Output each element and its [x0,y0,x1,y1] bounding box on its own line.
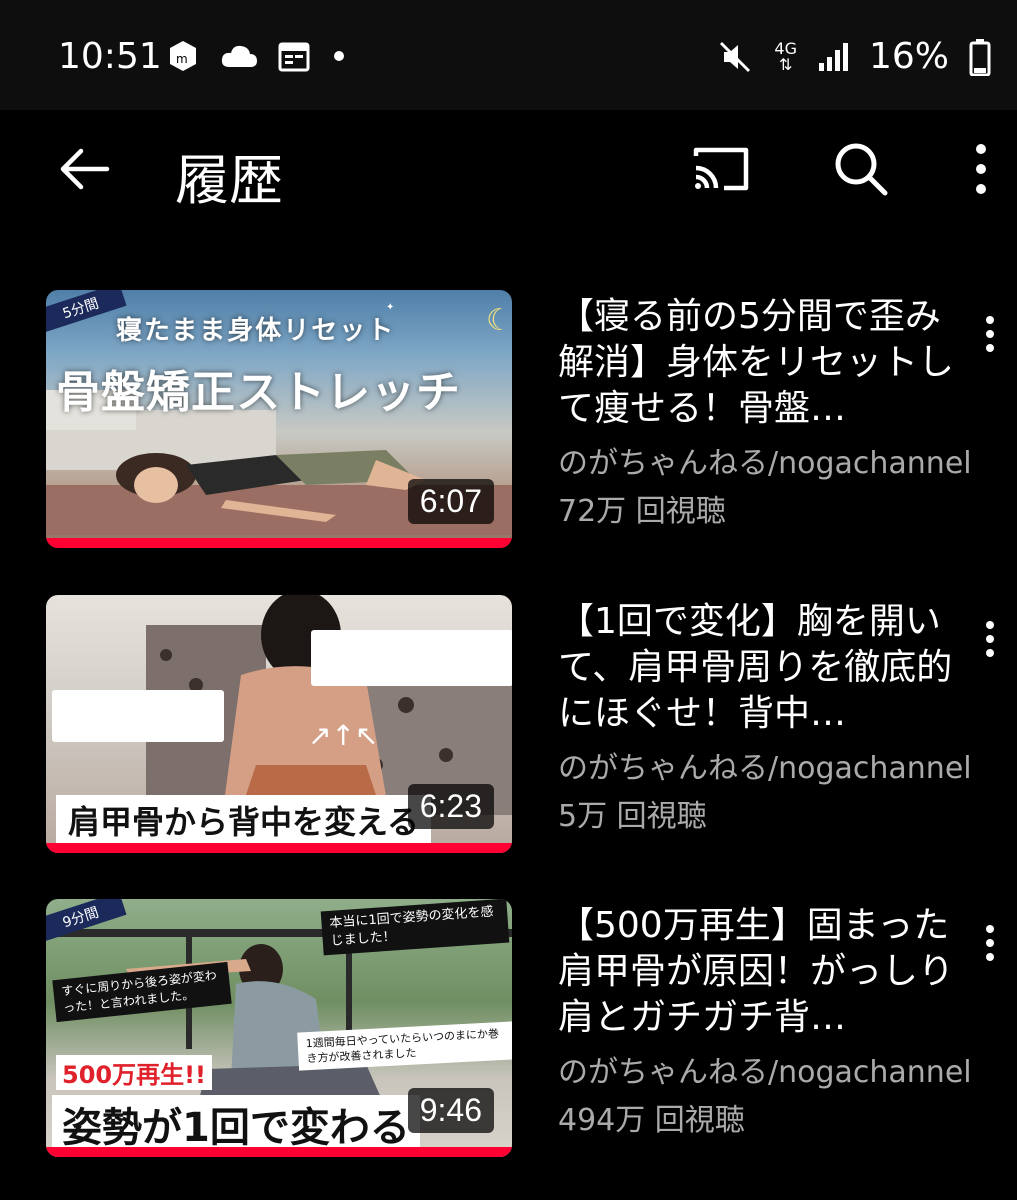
svg-text:☾: ☾ [486,303,512,338]
svg-text:m: m [176,52,188,66]
watch-progress-bar [46,538,512,548]
more-vert-icon [986,925,994,961]
view-count: 72万 回視聴 [558,494,726,529]
video-title[interactable]: 【500万再生】固まった肩甲骨が原因！がっしり肩とガチガチ背… [558,903,958,1041]
battery-icon [969,38,991,76]
thumbnail-caption [311,630,512,686]
video-thumbnail[interactable]: ☾ ✦ ✦ 5分間 寝たまま身体リセット 骨盤矯正ストレッチ 6:07 [46,290,512,548]
watch-progress-bar [46,1147,512,1157]
video-options-button[interactable] [970,913,1010,973]
video-thumbnail[interactable]: ↗↑↖ 肩甲骨から背中を変える 6:23 [46,595,512,853]
thumbnail-main-text: 骨盤矯正ストレッチ [56,367,461,418]
more-options-button[interactable] [946,134,1016,204]
cast-button[interactable] [686,134,756,204]
search-icon [835,143,888,196]
status-notification-icons: m [165,38,349,74]
calendar-icon [278,42,310,72]
video-options-button[interactable] [970,609,1010,669]
video-thumbnail[interactable]: 9分間 本当に1回で姿勢の変化を感じました！ すぐに周りから後ろ姿が変わった！と… [46,899,512,1157]
channel-name[interactable]: のがちゃんねる/nogachannel [558,743,972,787]
data-arrows-icon: ⇅ [778,54,793,74]
cast-icon [693,147,749,191]
video-title[interactable]: 【1回で変化】胸を開いて、肩甲骨周りを徹底的にほぐせ！背中… [558,599,958,737]
more-vert-icon [986,316,994,352]
channel-name[interactable]: のがちゃんねる/nogachannel [558,1047,972,1091]
network-type-indicator: 4G ⇅ [774,40,797,74]
status-time: 10:51 [58,36,162,77]
app-bar: 履歴 [0,110,1017,220]
thumbnail-main-text: 肩甲骨から背中を変える [56,795,432,845]
dot-icon [334,51,344,61]
video-title[interactable]: 【寝る前の5分間で歪み解消】身体をリセットして痩せる！骨盤… [558,294,958,432]
video-list-item[interactable]: ↗↑↖ 肩甲骨から背中を変える 6:23 【1回で変化】胸を開いて、肩甲骨周りを… [0,595,1017,865]
search-button[interactable] [826,134,896,204]
arrow-left-icon [60,148,110,190]
thumbnail-caption [52,690,224,742]
app-notification-icon: m [170,41,196,71]
back-button[interactable] [48,134,118,204]
battery-percentage: 16% [868,36,949,77]
video-list-item[interactable]: 9分間 本当に1回で姿勢の変化を感じました！ すぐに周りから後ろ姿が変わった！と… [0,899,1017,1169]
view-count: 5万 回視聴 [558,799,707,834]
video-list-item[interactable]: ☾ ✦ ✦ 5分間 寝たまま身体リセット 骨盤矯正ストレッチ 6:07 【寝る前… [0,290,1017,560]
thumbnail-view-count-text: 500万再生!! [56,1055,212,1090]
thumbnail-main-text: 姿勢が1回で変わる [52,1095,420,1153]
channel-name[interactable]: のがちゃんねる/nogachannel [558,438,972,482]
video-metadata: 【1回で変化】胸を開いて、肩甲骨周りを徹底的にほぐせ！背中… のがちゃんねる/n… [558,599,972,835]
status-bar: 10:51 m 4G ⇅ 16% [0,0,1017,110]
mute-icon [720,41,751,72]
more-vert-icon [986,621,994,657]
video-duration: 6:07 [407,479,494,524]
svg-text:↗↑↖: ↗↑↖ [308,719,378,752]
video-metadata: 【寝る前の5分間で歪み解消】身体をリセットして痩せる！骨盤… のがちゃんねる/n… [558,294,972,530]
video-duration: 9:46 [407,1088,494,1133]
signal-icon [818,42,848,71]
video-metadata: 【500万再生】固まった肩甲骨が原因！がっしり肩とガチガチ背… のがちゃんねる/… [558,903,972,1139]
video-duration: 6:23 [407,784,494,829]
status-system-icons: 4G ⇅ 16% [716,36,991,77]
watch-progress-bar [46,843,512,853]
video-options-button[interactable] [970,304,1010,364]
page-title: 履歴 [175,149,283,212]
cloud-icon [221,45,257,67]
thumbnail-subtitle: 寝たまま身体リセット [116,316,396,346]
view-count: 494万 回視聴 [558,1103,745,1138]
more-vert-icon [976,144,986,194]
